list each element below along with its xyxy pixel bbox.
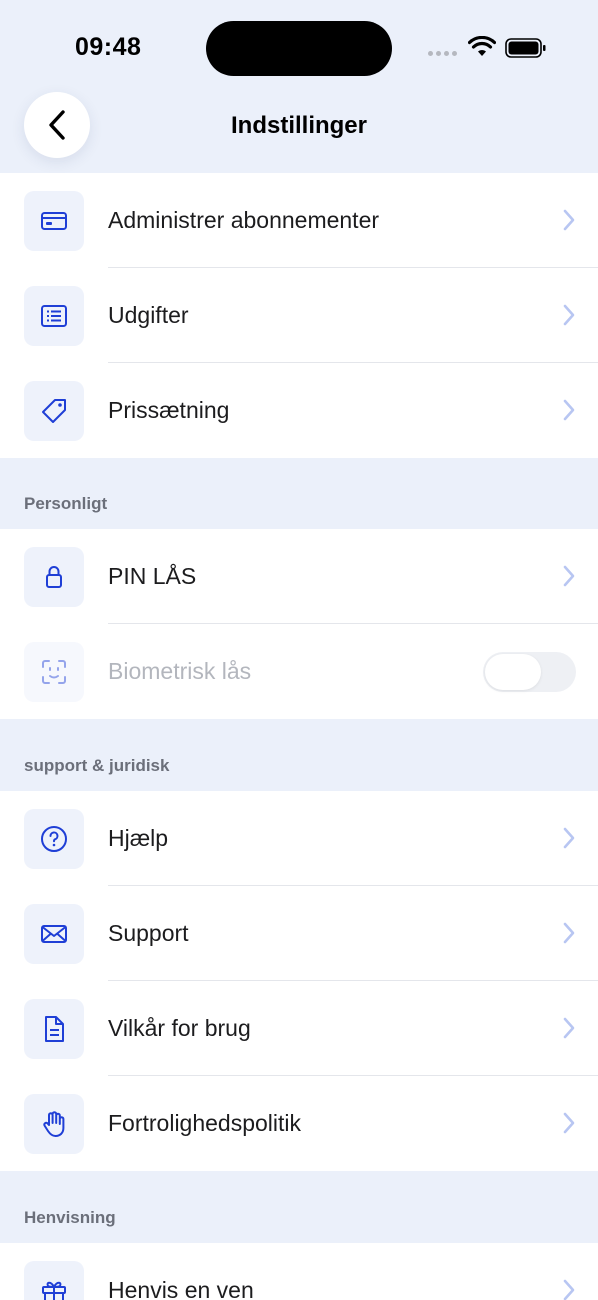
battery-icon — [505, 38, 546, 58]
row-pin-lock[interactable]: PIN LÅS — [0, 529, 598, 624]
support-group: Hjælp Support Vilkår for brug Fortroligh… — [0, 791, 598, 1171]
section-header-support: support & juridisk — [24, 756, 170, 775]
chevron-right-icon — [563, 1017, 575, 1039]
chevron-right-icon — [563, 304, 575, 326]
status-time: 09:48 — [75, 33, 142, 61]
gift-icon — [24, 1261, 84, 1300]
chevron-right-icon — [563, 922, 575, 944]
dynamic-island — [206, 21, 392, 76]
row-support[interactable]: Support — [0, 886, 598, 981]
document-icon — [24, 999, 84, 1059]
biometric-toggle[interactable] — [483, 652, 576, 692]
row-label: Fortrolighedspolitik — [108, 1110, 302, 1136]
personal-group: PIN LÅS Biometrisk lås — [0, 529, 598, 719]
row-label: Henvis en ven — [108, 1277, 254, 1300]
row-label: Hjælp — [108, 825, 169, 851]
chevron-right-icon — [563, 399, 575, 421]
wifi-icon — [468, 36, 496, 56]
row-biometric-lock: Biometrisk lås — [0, 624, 598, 719]
toggle-knob — [485, 654, 541, 690]
tag-icon — [24, 381, 84, 441]
row-expenses[interactable]: Udgifter — [0, 268, 598, 363]
row-privacy-policy[interactable]: Fortrolighedspolitik — [0, 1076, 598, 1171]
row-refer-friend[interactable]: Henvis en ven — [0, 1243, 598, 1300]
row-pricing[interactable]: Prissætning — [0, 363, 598, 458]
chevron-right-icon — [563, 209, 575, 231]
help-icon — [24, 809, 84, 869]
lock-icon — [24, 547, 84, 607]
row-label: Prissætning — [108, 397, 230, 423]
mail-icon — [24, 904, 84, 964]
chevron-right-icon — [563, 565, 575, 587]
row-label: Udgifter — [108, 302, 189, 328]
row-label: Biometrisk lås — [108, 658, 252, 684]
row-label: Administrer abonnementer — [108, 207, 380, 233]
row-help[interactable]: Hjælp — [0, 791, 598, 886]
row-terms-of-use[interactable]: Vilkår for brug — [0, 981, 598, 1076]
section-header-personal: Personligt — [24, 494, 108, 513]
chevron-right-icon — [563, 1279, 575, 1300]
referral-group: Henvis en ven — [0, 1243, 598, 1300]
row-label: Vilkår for brug — [108, 1015, 251, 1041]
status-bar: 09:48 — [0, 0, 598, 90]
page-title: Indstillinger — [230, 112, 367, 139]
row-label: PIN LÅS — [108, 563, 197, 589]
row-manage-subscriptions[interactable]: Administrer abonnementer — [0, 173, 598, 268]
row-label: Support — [108, 920, 189, 946]
face-id-icon — [24, 642, 84, 702]
hand-icon — [24, 1094, 84, 1154]
cellular-signal-icon — [428, 51, 457, 56]
chevron-right-icon — [563, 1112, 575, 1134]
credit-card-icon — [24, 191, 84, 251]
list-icon — [24, 286, 84, 346]
section-header-referral: Henvisning — [24, 1208, 116, 1227]
billing-group: Administrer abonnementer Udgifter Prissæ… — [0, 173, 598, 458]
chevron-right-icon — [563, 827, 575, 849]
